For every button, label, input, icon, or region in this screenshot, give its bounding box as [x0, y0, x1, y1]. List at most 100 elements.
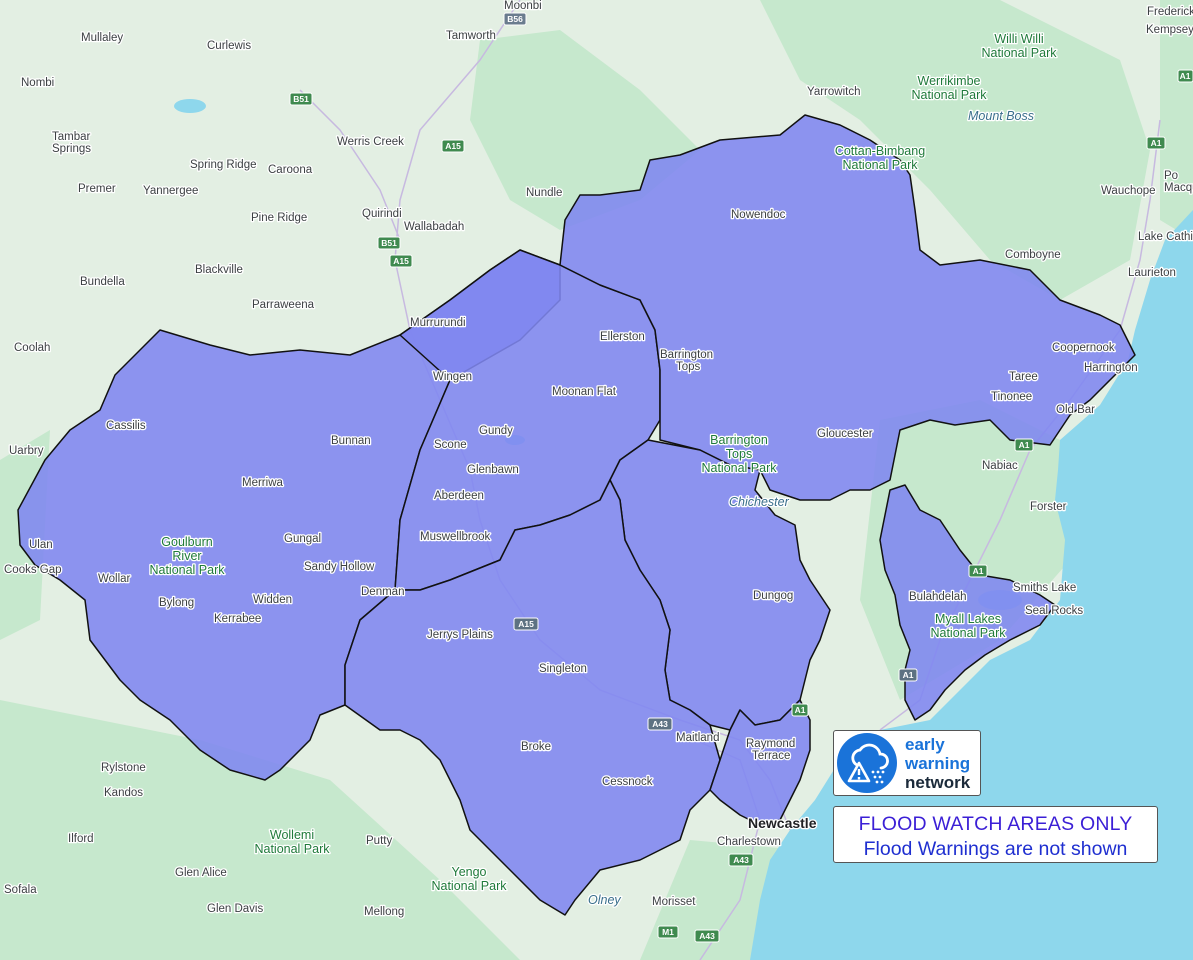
road-shield: A43: [647, 717, 673, 731]
place-label: Scone: [434, 439, 467, 451]
place-label: Ellerston: [600, 331, 645, 343]
park-label: Yengo: [452, 865, 487, 879]
place-label: Kempsey: [1146, 24, 1193, 36]
place-label: Macqu: [1164, 182, 1193, 194]
place-label: Blackville: [195, 264, 243, 276]
park-label: National Park: [981, 46, 1057, 60]
place-label: Seal Rocks: [1025, 605, 1083, 617]
road-shield: A15: [441, 139, 465, 153]
road-shield: A15: [513, 617, 539, 631]
road-shield: M1: [657, 925, 679, 939]
place-label: Lake Cathi: [1138, 231, 1193, 243]
place-label: Gloucester: [817, 428, 873, 440]
park-label: Barrington: [710, 433, 768, 447]
place-label: Muswellbrook: [420, 531, 491, 543]
place-label: Forster: [1030, 501, 1067, 513]
logo-word-warning: warning: [905, 753, 971, 773]
place-label: Murrurundi: [410, 317, 466, 329]
place-label: Merriwa: [242, 477, 283, 489]
place-label: Glenbawn: [467, 464, 519, 476]
place-label: Coopernook: [1052, 342, 1115, 354]
svg-text:A1: A1: [1019, 440, 1030, 450]
park-label: River: [172, 549, 201, 563]
feature-label: Mount Boss: [968, 109, 1034, 123]
svg-text:A43: A43: [699, 931, 715, 941]
place-label: Nabiac: [982, 460, 1018, 472]
place-label: Newcastle: [748, 815, 817, 831]
place-label: Parraweena: [252, 299, 315, 311]
place-label: Jerrys Plains: [427, 629, 493, 641]
park-label: Wollemi: [270, 828, 314, 842]
svg-text:A15: A15: [393, 256, 409, 266]
svg-text:B51: B51: [293, 94, 309, 104]
place-label: Maitland: [676, 732, 719, 744]
park-label: Goulburn: [161, 535, 212, 549]
park-label: National Park: [911, 88, 987, 102]
place-label: Putty: [366, 835, 392, 847]
storm-warning-icon: [837, 733, 897, 793]
place-label: Dungog: [753, 590, 793, 602]
feature-label: Chichester: [729, 495, 790, 509]
svg-text:A43: A43: [733, 855, 749, 865]
svg-text:B56: B56: [507, 14, 523, 24]
place-label: Ilford: [68, 833, 94, 845]
place-label: Cassilis: [106, 420, 146, 432]
place-label: Frederick: [1147, 6, 1193, 18]
svg-text:A15: A15: [518, 619, 534, 629]
place-label: Pine Ridge: [251, 212, 307, 224]
place-label: Rylstone: [101, 762, 146, 774]
place-label: Quirindi: [362, 208, 402, 220]
place-label: Yannergee: [143, 185, 198, 197]
place-label: Denman: [361, 586, 404, 598]
place-label: Curlewis: [207, 40, 251, 52]
svg-text:A1: A1: [1151, 138, 1162, 148]
place-label: Wollar: [98, 573, 131, 585]
park-label: National Park: [431, 879, 507, 893]
place-label: Comboyne: [1005, 249, 1061, 261]
road-shield: A43: [694, 929, 720, 943]
place-label: Coolah: [14, 342, 50, 354]
place-label: Nombi: [21, 77, 54, 89]
place-label: Ulan: [29, 539, 53, 551]
place-label: Spring Ridge: [190, 159, 256, 171]
place-label: Premer: [78, 183, 116, 195]
place-label: Gundy: [479, 425, 513, 437]
road-shield: A43: [728, 853, 754, 867]
svg-text:A43: A43: [652, 719, 668, 729]
park-label: Willi Willi: [994, 32, 1043, 46]
place-label: Old Bar: [1056, 404, 1095, 416]
place-label: Werris Creek: [337, 136, 404, 148]
svg-text:A1: A1: [903, 670, 914, 680]
notice-heading: FLOOD WATCH AREAS ONLY: [858, 813, 1133, 835]
place-label: Gungal: [284, 533, 321, 545]
place-label: Barrington: [660, 349, 713, 361]
place-label: Kandos: [104, 787, 143, 799]
road-shield: B51: [377, 236, 401, 250]
svg-text:A15: A15: [445, 141, 461, 151]
place-label: Po: [1164, 170, 1178, 182]
place-label: Aberdeen: [434, 490, 484, 502]
place-label: Harrington: [1084, 362, 1138, 374]
place-label: Tamworth: [446, 30, 496, 42]
svg-text:M1: M1: [662, 927, 674, 937]
park-label: Tops: [726, 447, 752, 461]
place-label: Nowendoc: [731, 209, 786, 221]
notice-subtext: Flood Warnings are not shown: [863, 838, 1128, 860]
logo-word-network: network: [905, 772, 971, 792]
place-label: Yarrowitch: [807, 86, 860, 98]
place-label: Widden: [253, 594, 292, 606]
place-label: Sofala: [4, 884, 37, 896]
place-label: Springs: [52, 143, 91, 155]
feature-label: Olney: [588, 893, 621, 907]
road-shield: B51: [289, 92, 313, 106]
road-shield: A1: [968, 564, 988, 578]
place-label: Singleton: [539, 663, 587, 675]
place-label: Glen Alice: [175, 867, 227, 879]
place-label: Glen Davis: [207, 903, 263, 915]
place-label: Raymond: [746, 738, 795, 750]
park-label: Myall Lakes: [935, 612, 1001, 626]
place-label: Wallabadah: [404, 221, 464, 233]
road-shield: A1: [898, 668, 918, 682]
place-label: Bulahdelah: [909, 591, 967, 603]
flood-watch-notice: FLOOD WATCH AREAS ONLY Flood Warnings ar…: [833, 806, 1158, 863]
